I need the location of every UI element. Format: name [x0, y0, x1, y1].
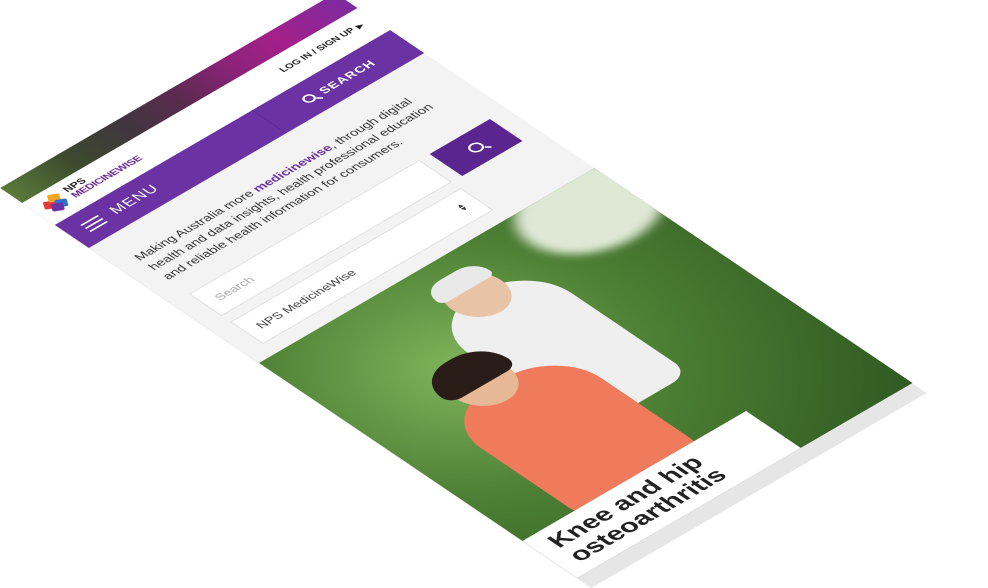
hero-sky: [485, 168, 695, 273]
search-placeholder: Search: [210, 274, 258, 303]
logo-mark-icon: [37, 192, 72, 214]
search-submit-button[interactable]: [429, 119, 523, 176]
search-icon: [299, 92, 319, 105]
search-icon: [464, 140, 488, 155]
site-header: NPS MEDICINEWISE LOG IN / SIGN UP▶: [22, 8, 391, 225]
up-down-arrows-icon: ▲ ▼: [453, 201, 472, 213]
caret-right-icon: ▶: [353, 22, 366, 30]
mobile-screen: NPS MEDICINEWISE LOG IN / SIGN UP▶ MENU …: [0, 0, 913, 578]
hamburger-icon: [80, 215, 108, 232]
